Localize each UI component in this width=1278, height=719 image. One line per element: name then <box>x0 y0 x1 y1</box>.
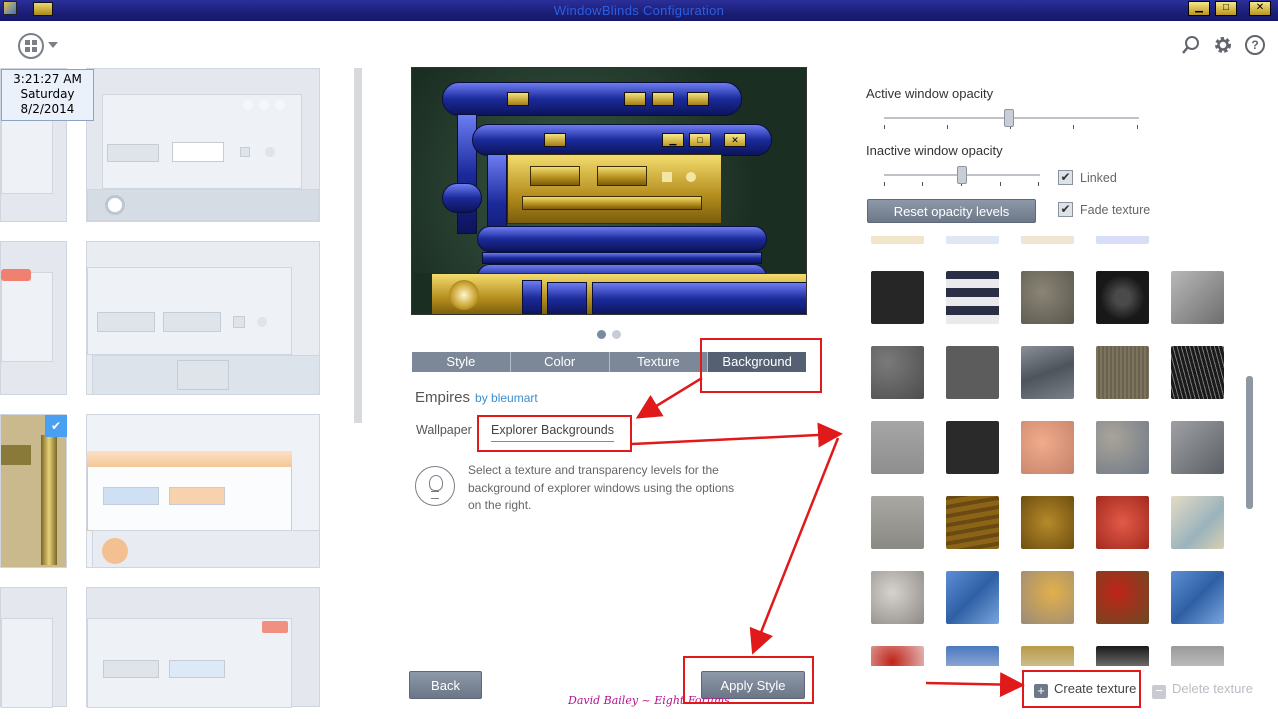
texture-tile[interactable] <box>871 271 924 324</box>
texture-tile[interactable] <box>1171 421 1224 474</box>
style-thumbnail[interactable] <box>86 241 320 395</box>
style-author-link[interactable]: by bleumart <box>475 391 538 405</box>
clock-tooltip: 3:21:27 AM Saturday 8/2/2014 <box>1 69 94 121</box>
help-icon[interactable]: ? <box>1245 35 1265 55</box>
style-thumbnail[interactable] <box>86 414 320 568</box>
texture-tile[interactable] <box>1096 271 1149 324</box>
minus-icon: − <box>1152 684 1166 699</box>
texture-tile[interactable] <box>946 646 999 666</box>
annotation-arrow <box>925 672 1025 698</box>
texture-tile[interactable] <box>1096 496 1149 549</box>
windowblinds-logo-icon[interactable] <box>18 33 44 59</box>
texture-tile[interactable] <box>1171 346 1224 399</box>
subtab-wallpaper[interactable]: Wallpaper <box>416 423 472 437</box>
texture-tile[interactable] <box>946 236 999 244</box>
texture-tile[interactable] <box>871 236 924 244</box>
tab-style[interactable]: Style <box>412 352 511 372</box>
texture-tile[interactable] <box>1171 271 1224 324</box>
texture-scrollbar[interactable] <box>1246 376 1253 509</box>
linked-label: Linked <box>1080 171 1117 185</box>
texture-tile[interactable] <box>946 571 999 624</box>
texture-tile[interactable] <box>1021 571 1074 624</box>
annotation-box-create-texture <box>1022 670 1141 708</box>
reset-opacity-button[interactable]: Reset opacity levels <box>867 199 1036 223</box>
texture-tile[interactable] <box>1021 496 1074 549</box>
texture-tile[interactable] <box>1096 571 1149 624</box>
chevron-down-icon[interactable] <box>48 42 58 48</box>
texture-tile[interactable] <box>946 496 999 549</box>
inactive-opacity-label: Inactive window opacity <box>866 143 1003 158</box>
lightbulb-icon <box>415 466 455 506</box>
style-preview: ▁ □ ✕ <box>411 67 807 315</box>
clock-date: 8/2/2014 <box>20 102 75 116</box>
texture-tile[interactable] <box>1096 421 1149 474</box>
back-button[interactable]: Back <box>409 671 482 699</box>
texture-tile[interactable] <box>1096 346 1149 399</box>
tab-color[interactable]: Color <box>511 352 610 372</box>
annotation-box-apply <box>683 656 814 704</box>
annotation-box-explorer-backgrounds <box>477 415 632 452</box>
texture-tile[interactable] <box>946 271 999 324</box>
texture-tile[interactable] <box>1021 236 1074 244</box>
delete-texture-label: Delete texture <box>1172 681 1253 696</box>
inactive-opacity-slider[interactable] <box>884 166 1040 186</box>
annotation-arrow <box>631 422 843 448</box>
texture-tile[interactable] <box>1171 646 1224 666</box>
style-title: Empires by bleumart <box>415 389 538 406</box>
style-thumbnail[interactable] <box>86 587 320 708</box>
style-thumbnail[interactable] <box>86 68 320 222</box>
texture-tile[interactable] <box>1171 496 1224 549</box>
texture-tile[interactable] <box>1021 646 1074 666</box>
texture-tile[interactable] <box>871 421 924 474</box>
active-opacity-label: Active window opacity <box>866 86 994 101</box>
texture-tile[interactable] <box>1021 421 1074 474</box>
texture-tile[interactable] <box>946 346 999 399</box>
annotation-arrow <box>635 376 703 419</box>
maximize-button[interactable]: □ <box>1215 1 1237 16</box>
clock-day: Saturday <box>20 87 75 101</box>
style-thumbnail[interactable] <box>0 241 67 395</box>
texture-tile[interactable] <box>871 646 924 666</box>
style-thumbnail[interactable]: ✔ <box>0 414 67 568</box>
clock-time: 3:21:27 AM <box>13 72 82 86</box>
info-description: Select a texture and transparency levels… <box>468 463 735 512</box>
window-title: WindowBlinds Configuration <box>553 3 725 18</box>
linked-checkbox[interactable]: ✔ <box>1058 170 1073 185</box>
slider-thumb[interactable] <box>1003 109 1014 127</box>
texture-tile[interactable] <box>1171 571 1224 624</box>
preview-page-dot[interactable] <box>597 330 606 339</box>
tab-texture[interactable]: Texture <box>610 352 709 372</box>
texture-grid <box>866 236 1244 666</box>
search-icon[interactable] <box>1181 35 1201 55</box>
title-bar: WindowBlinds Configuration ▁ □ ✕ <box>0 0 1278 21</box>
fade-texture-label: Fade texture <box>1080 203 1151 217</box>
texture-tile[interactable] <box>871 496 924 549</box>
active-opacity-slider[interactable] <box>884 109 1139 129</box>
minimize-button[interactable]: ▁ <box>1188 1 1210 16</box>
texture-tile[interactable] <box>946 421 999 474</box>
delete-texture-button[interactable]: − Delete texture <box>1152 681 1253 699</box>
preview-page-dot[interactable] <box>612 330 621 339</box>
texture-tile[interactable] <box>871 571 924 624</box>
fade-texture-checkbox[interactable]: ✔ <box>1058 202 1073 217</box>
style-name: Empires <box>415 389 471 406</box>
style-list-scrollbar[interactable] <box>354 68 362 423</box>
gear-icon[interactable] <box>1213 35 1233 55</box>
slider-thumb[interactable] <box>957 166 967 184</box>
annotation-box-background-tab <box>700 338 822 393</box>
annotation-arrow <box>749 437 840 655</box>
texture-tile[interactable] <box>1021 346 1074 399</box>
texture-tile[interactable] <box>1021 271 1074 324</box>
texture-tile[interactable] <box>1096 236 1149 244</box>
style-thumbnail[interactable] <box>0 587 67 708</box>
texture-tile[interactable] <box>871 346 924 399</box>
close-button[interactable]: ✕ <box>1249 1 1271 16</box>
texture-tile[interactable] <box>1096 646 1149 666</box>
